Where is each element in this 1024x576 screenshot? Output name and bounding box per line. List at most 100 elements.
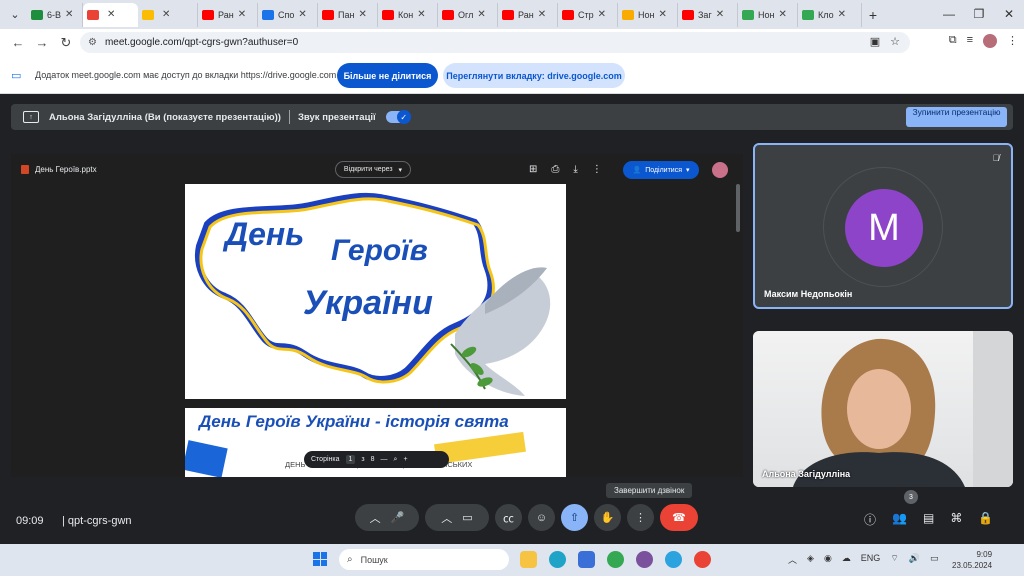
raise-hand-button[interactable]: ✋ <box>594 504 621 531</box>
url-text[interactable]: meet.google.com/qpt-cgrs-gwn?authuser=0 <box>105 37 298 48</box>
share-file-button[interactable]: 👤 Поділитися ▾ <box>623 161 699 179</box>
view-tab-button[interactable]: Переглянути вкладку: drive.google.com <box>443 63 625 88</box>
slides-scrollbar[interactable] <box>736 184 740 232</box>
tab-close-icon[interactable]: ✕ <box>778 9 786 20</box>
media-icon[interactable]: ≡ <box>967 34 973 48</box>
tab-close-icon[interactable]: ✕ <box>417 9 425 20</box>
browser-tab[interactable]: Нон ✕ <box>618 2 678 27</box>
participant-tile-alona[interactable]: Альона Загідулліна <box>753 331 1013 487</box>
close-window-icon[interactable]: ✕ <box>994 0 1024 29</box>
browser-tab[interactable]: Заг ✕ <box>678 2 738 27</box>
tab-close-icon[interactable]: ✕ <box>65 9 73 20</box>
browser-tab[interactable]: Нон ✕ <box>738 2 798 27</box>
windows-start-icon[interactable] <box>313 552 327 566</box>
browser-tab[interactable]: ✕ <box>83 2 138 27</box>
tab-close-icon[interactable]: ✕ <box>598 9 606 20</box>
stop-sharing-button[interactable]: Більше не ділитися <box>337 63 438 88</box>
tab-search-icon[interactable]: ⌄ <box>3 3 27 27</box>
viber-icon[interactable] <box>636 551 653 568</box>
store-icon[interactable] <box>578 551 595 568</box>
chrome-icon[interactable] <box>607 551 624 568</box>
browser-tab[interactable]: Ран ✕ <box>198 2 258 27</box>
tab-close-icon[interactable]: ✕ <box>298 9 306 20</box>
wifi-icon[interactable]: ⌔ <box>890 553 898 566</box>
chevron-up-icon[interactable]: ︿ <box>441 510 452 526</box>
browser-tab[interactable]: Спо ✕ <box>258 2 318 27</box>
onedrive-icon[interactable]: ☁ <box>842 553 851 566</box>
profile-avatar[interactable] <box>983 34 997 48</box>
print-icon[interactable]: ⎙ <box>551 164 559 175</box>
edge-icon[interactable] <box>549 551 566 568</box>
taskbar-clock[interactable]: 9:09 23.05.2024 <box>952 549 992 571</box>
end-call-icon: ☎ <box>672 512 686 524</box>
camera-button[interactable]: ︿ ▭ <box>425 504 489 531</box>
browser-tab[interactable]: ✕ <box>138 2 198 27</box>
file-explorer-icon[interactable] <box>520 551 537 568</box>
download-icon[interactable]: ⤓ <box>573 164 577 175</box>
stop-presenting-button[interactable]: Зупинити презентацію <box>906 107 1007 127</box>
language-indicator[interactable]: ENG <box>861 553 881 566</box>
tab-close-icon[interactable]: ✕ <box>716 9 724 20</box>
address-row: ← → ↻ ⚙ meet.google.com/qpt-cgrs-gwn?aut… <box>0 29 1024 56</box>
volume-icon[interactable]: 🔊 <box>909 553 920 566</box>
tab-close-icon[interactable]: ✕ <box>658 9 666 20</box>
browser-tab[interactable]: Кон ✕ <box>378 2 438 27</box>
browser-tab[interactable]: Огл ✕ <box>438 2 498 27</box>
browser-tab[interactable]: Кло ✕ <box>798 2 862 27</box>
browser-tab[interactable]: Ран ✕ <box>498 2 558 27</box>
new-tab-button[interactable]: + <box>862 7 884 23</box>
presentation-audio-toggle[interactable]: ✓ <box>385 110 411 124</box>
comment-icon[interactable]: ⊞ <box>529 164 537 175</box>
battery-icon[interactable]: ▭ <box>930 553 939 566</box>
tab-close-icon[interactable]: ✕ <box>838 9 846 20</box>
tab-close-icon[interactable]: ✕ <box>107 9 115 20</box>
camera-indicator-icon[interactable]: ▣ <box>870 35 880 48</box>
tab-close-icon[interactable]: ✕ <box>238 9 246 20</box>
chevron-up-icon[interactable]: ︿ <box>370 510 381 526</box>
avatar[interactable] <box>712 162 728 178</box>
participant-tile-maksym[interactable]: M 🎙̸ Максим Недопьокін <box>753 143 1013 309</box>
forward-icon[interactable]: → <box>30 35 54 50</box>
address-bar[interactable]: ⚙ meet.google.com/qpt-cgrs-gwn?authuser=… <box>80 32 910 53</box>
tab-close-icon[interactable]: ✕ <box>358 9 366 20</box>
page-current[interactable]: 1 <box>345 455 356 464</box>
end-call-button[interactable]: ☎ <box>660 504 698 531</box>
zoom-icon[interactable]: ⌕ <box>394 456 398 464</box>
extensions-icon[interactable]: ⧉ <box>949 34 957 48</box>
bookmark-star-icon[interactable]: ☆ <box>890 35 900 48</box>
back-icon[interactable]: ← <box>6 35 30 50</box>
emoji-button[interactable]: ☺ <box>528 504 555 531</box>
activities-icon[interactable]: ⌘ <box>950 511 962 528</box>
telegram-icon[interactable] <box>665 551 682 568</box>
site-info-icon[interactable]: ⚙ <box>88 37 97 48</box>
tab-label: Нон <box>758 9 775 20</box>
taskbar-search[interactable]: ⌕ Пошук <box>339 549 509 570</box>
host-controls-icon[interactable]: 🔒 <box>978 511 993 528</box>
captions-button[interactable]: ㏄ <box>495 504 522 531</box>
more-icon[interactable]: ⋮ <box>592 164 602 175</box>
people-icon[interactable]: 👥 <box>892 511 907 528</box>
browser-tab[interactable]: Стр ✕ <box>558 2 618 27</box>
more-options-button[interactable]: ⋮ <box>627 504 654 531</box>
browser-tab[interactable]: Пан ✕ <box>318 2 378 27</box>
meeting-code-text: qpt-cgrs-gwn <box>67 515 132 527</box>
open-with-button[interactable]: Відкрити через ▾ <box>335 161 411 178</box>
restore-icon[interactable]: ❐ <box>964 0 994 29</box>
zoom-out-icon[interactable]: — <box>381 456 388 463</box>
present-button[interactable]: ⇧ <box>561 504 588 531</box>
info-icon[interactable]: ⓘ <box>864 511 876 528</box>
tab-close-icon[interactable]: ✕ <box>162 9 170 20</box>
mic-button[interactable]: ︿ 🎤 <box>355 504 419 531</box>
minimize-icon[interactable]: — <box>934 0 964 29</box>
reload-icon[interactable]: ↻ <box>54 35 78 51</box>
chrome-profile-icon[interactable] <box>694 551 711 568</box>
chevron-up-icon[interactable]: ︿ <box>788 553 797 566</box>
copilot-icon[interactable]: ◈ <box>807 553 814 566</box>
chat-icon[interactable]: ▤ <box>923 511 934 528</box>
zoom-in-icon[interactable]: + <box>403 456 407 463</box>
browser-tab[interactable]: 6-В ✕ <box>27 2 83 27</box>
tab-close-icon[interactable]: ✕ <box>477 9 485 20</box>
tab-close-icon[interactable]: ✕ <box>538 9 546 20</box>
menu-icon[interactable]: ⋮ <box>1007 34 1018 48</box>
meet-tray-icon[interactable]: ◉ <box>824 553 832 566</box>
